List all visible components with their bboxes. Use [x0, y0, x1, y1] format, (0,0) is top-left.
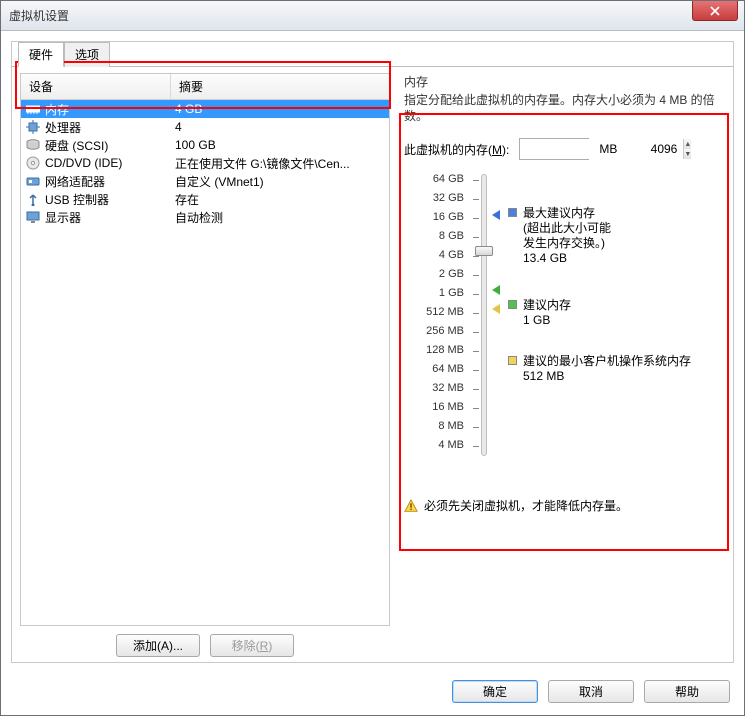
- device-row-display[interactable]: 显示器自动检测: [21, 208, 389, 226]
- scale-label: 64 GB: [404, 170, 464, 189]
- memory-panel: 内存 指定分配给此虚拟机的内存量。内存大小必须为 4 MB 的倍数。 此虚拟机的…: [390, 73, 725, 661]
- tab-bar: 硬件 选项: [18, 41, 733, 66]
- cancel-button[interactable]: 取消: [548, 680, 634, 703]
- device-summary: 100 GB: [175, 138, 385, 152]
- scale-label: 16 MB: [404, 398, 464, 417]
- device-name: 内存: [45, 101, 175, 118]
- legend-max-swatch-icon: [508, 208, 517, 217]
- device-summary: 自动检测: [175, 209, 385, 226]
- device-summary: 自定义 (VMnet1): [175, 173, 385, 190]
- scale-label: 512 MB: [404, 303, 464, 322]
- scale-label: 4 GB: [404, 246, 464, 265]
- slider-thumb[interactable]: [475, 246, 493, 256]
- col-summary[interactable]: 摘要: [171, 74, 389, 99]
- scale-label: 1 GB: [404, 284, 464, 303]
- titlebar[interactable]: 虚拟机设置: [1, 1, 744, 31]
- legend-max: 最大建议内存 (超出此大小可能 发生内存交换。) 13.4 GB: [523, 206, 611, 266]
- device-row-cpu[interactable]: 处理器4: [21, 118, 389, 136]
- scale-label: 2 GB: [404, 265, 464, 284]
- spin-down-icon[interactable]: ▼: [684, 149, 691, 159]
- device-panel: 设备 摘要 内存4 GB处理器4硬盘 (SCSI)100 GBCD/DVD (I…: [20, 73, 390, 661]
- add-button[interactable]: 添加(A)...: [116, 634, 200, 657]
- scale-label: 32 MB: [404, 379, 464, 398]
- section-desc: 指定分配给此虚拟机的内存量。内存大小必须为 4 MB 的倍数。: [404, 92, 721, 124]
- legend-min: 建议的最小客户机操作系统内存 512 MB: [523, 354, 691, 384]
- slider-track[interactable]: [481, 174, 487, 456]
- cpu-icon: [25, 119, 41, 135]
- warning-text: 必须先关闭虚拟机，才能降低内存量。: [424, 497, 628, 514]
- spin-up-icon[interactable]: ▲: [684, 139, 691, 149]
- device-name: CD/DVD (IDE): [45, 156, 175, 170]
- scale-label: 32 GB: [404, 189, 464, 208]
- mem-unit: MB: [599, 142, 617, 156]
- ok-button[interactable]: 确定: [452, 680, 538, 703]
- scale-label: 64 MB: [404, 360, 464, 379]
- net-icon: [25, 173, 41, 189]
- legend-min-swatch-icon: [508, 356, 517, 365]
- legend-col: 最大建议内存 (超出此大小可能 发生内存交换。) 13.4 GB 建议内存 1 …: [500, 170, 721, 455]
- device-summary: 4: [175, 120, 385, 134]
- usb-icon: [25, 191, 41, 207]
- scale-label: 8 GB: [404, 227, 464, 246]
- col-device[interactable]: 设备: [21, 74, 171, 99]
- content-area: 硬件 选项 设备 摘要 内存4 GB处理器4硬盘 (SCSI)100 GBCD/…: [11, 41, 734, 663]
- scale-label: 128 MB: [404, 341, 464, 360]
- close-button[interactable]: [692, 1, 738, 21]
- remove-button: 移除(R): [210, 634, 294, 657]
- window-title: 虚拟机设置: [9, 7, 69, 24]
- scale-label: 8 MB: [404, 417, 464, 436]
- tab-hardware[interactable]: 硬件: [18, 42, 64, 67]
- device-summary: 4 GB: [175, 102, 385, 116]
- scale-label: 16 GB: [404, 208, 464, 227]
- device-name: 网络适配器: [45, 173, 175, 190]
- warning-icon: [404, 499, 418, 513]
- device-row-usb[interactable]: USB 控制器存在: [21, 190, 389, 208]
- scale-labels: 64 GB32 GB16 GB8 GB4 GB2 GB1 GB512 MB256…: [404, 170, 470, 455]
- marker-max-icon: [492, 210, 500, 220]
- device-row-memory[interactable]: 内存4 GB: [21, 100, 389, 118]
- scale-label: 4 MB: [404, 436, 464, 455]
- device-row-disk[interactable]: 硬盘 (SCSI)100 GB: [21, 136, 389, 154]
- legend-rec: 建议内存 1 GB: [523, 298, 571, 328]
- slider-track-col[interactable]: [470, 170, 500, 455]
- legend-rec-swatch-icon: [508, 300, 517, 309]
- help-button[interactable]: 帮助: [644, 680, 730, 703]
- tab-options[interactable]: 选项: [64, 42, 110, 67]
- dialog-footer: 确定 取消 帮助: [11, 680, 730, 703]
- device-list-header: 设备 摘要: [21, 74, 389, 100]
- display-icon: [25, 209, 41, 225]
- close-icon: [710, 6, 720, 16]
- device-row-net[interactable]: 网络适配器自定义 (VMnet1): [21, 172, 389, 190]
- device-name: 硬盘 (SCSI): [45, 137, 175, 154]
- memory-spinbox[interactable]: ▲ ▼: [519, 138, 589, 160]
- dialog-window: 虚拟机设置 硬件 选项 设备 摘要 内存4 GB处理器4硬盘 (SCSI)100…: [0, 0, 745, 716]
- device-summary: 存在: [175, 191, 385, 208]
- device-name: 处理器: [45, 119, 175, 136]
- marker-min-icon: [492, 304, 500, 314]
- section-title: 内存: [404, 73, 721, 90]
- device-name: USB 控制器: [45, 191, 175, 208]
- memory-slider-area: 64 GB32 GB16 GB8 GB4 GB2 GB1 GB512 MB256…: [404, 170, 721, 455]
- device-name: 显示器: [45, 209, 175, 226]
- warning-row: 必须先关闭虚拟机，才能降低内存量。: [404, 497, 721, 514]
- marker-rec-icon: [492, 285, 500, 295]
- memory-icon: [25, 101, 41, 117]
- device-row-cd[interactable]: CD/DVD (IDE)正在使用文件 G:\镜像文件\Cen...: [21, 154, 389, 172]
- disk-icon: [25, 137, 41, 153]
- cd-icon: [25, 155, 41, 171]
- device-list[interactable]: 设备 摘要 内存4 GB处理器4硬盘 (SCSI)100 GBCD/DVD (I…: [20, 73, 390, 626]
- mem-label: 此虚拟机的内存(M):: [404, 141, 509, 158]
- scale-label: 256 MB: [404, 322, 464, 341]
- device-summary: 正在使用文件 G:\镜像文件\Cen...: [175, 155, 385, 172]
